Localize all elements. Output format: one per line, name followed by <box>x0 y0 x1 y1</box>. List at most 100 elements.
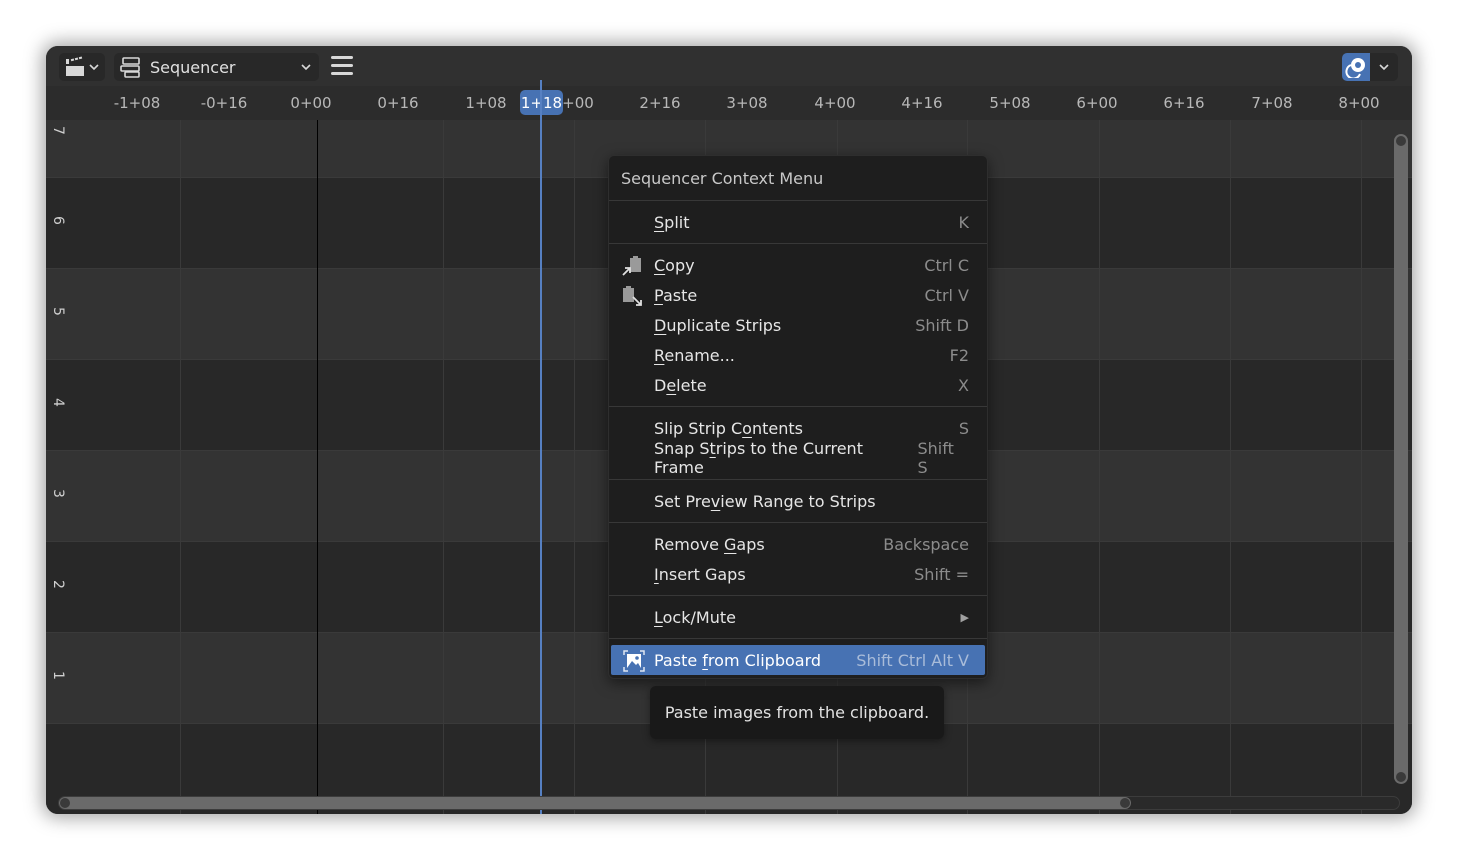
channel-number: 1 <box>50 671 66 680</box>
menu-group: Copy Ctrl C Paste Ctrl V Duplicate Strip… <box>609 244 987 406</box>
ruler-tick: -0+16 <box>200 94 248 112</box>
menu-item-shortcut: Ctrl V <box>924 285 970 305</box>
menu-group: Lock/Mute ▶ <box>609 596 987 638</box>
chevron-down-icon <box>301 64 311 71</box>
channel-number: 2 <box>50 580 66 589</box>
grid-line <box>1230 120 1231 814</box>
copy-icon <box>622 256 641 276</box>
menu-item-split[interactable]: Split K <box>609 207 987 237</box>
horizontal-scrollbar[interactable] <box>58 796 1400 810</box>
ruler-tick: 7+08 <box>1251 94 1293 112</box>
channel-number: 4 <box>50 398 66 407</box>
ruler-tick: -1+08 <box>113 94 161 112</box>
menu-item-copy[interactable]: Copy Ctrl C <box>609 250 987 280</box>
menu-item-paste[interactable]: Paste Ctrl V <box>609 280 987 310</box>
grid-line <box>180 120 181 814</box>
menu-item-shortcut: Shift S <box>917 439 954 477</box>
scene-start-line <box>317 120 318 814</box>
sequencer-context-menu: Sequencer Context Menu Split K Copy Ctrl… <box>608 155 988 679</box>
menu-item-shortcut: K <box>958 212 970 232</box>
ruler-tick: 8+00 <box>1338 94 1380 112</box>
menu-item-label: Lock/Mute <box>654 607 736 627</box>
time-ruler[interactable]: -1+08 -0+16 0+00 0+16 1+08 +00 2+16 3+08… <box>46 86 1412 120</box>
ruler-tick: 2+16 <box>639 94 681 112</box>
grid-line <box>574 120 575 814</box>
menu-item-label: Snap Strips to the Current Frame <box>654 439 863 477</box>
menu-item-shortcut: Ctrl C <box>924 255 969 275</box>
menu-item-label: Copy <box>654 255 695 275</box>
menu-item-delete[interactable]: Delete X <box>609 370 987 400</box>
menu-item-remove-gaps[interactable]: Remove Gaps Backspace <box>609 529 987 559</box>
channel-number: 3 <box>50 489 66 498</box>
menu-item-insert-gaps[interactable]: Insert Gaps Shift = <box>609 559 987 589</box>
menu-title: Sequencer Context Menu <box>621 168 824 188</box>
menu-group: Slip Strip Contents S Snap Strips to the… <box>609 407 987 479</box>
mode-select[interactable]: Sequencer <box>114 53 319 81</box>
sequencer-strips-icon <box>120 57 140 78</box>
ruler-tick: 4+00 <box>814 94 856 112</box>
ruler-tick: +00 <box>562 94 594 112</box>
grid-line <box>1099 120 1100 814</box>
menu-group: Remove Gaps Backspace Insert Gaps Shift … <box>609 523 987 595</box>
menu-group: Set Preview Range to Strips <box>609 480 987 522</box>
image-paste-icon <box>623 650 645 672</box>
scrollbar-handle-right[interactable] <box>1120 798 1130 808</box>
ruler-tick: 5+08 <box>989 94 1031 112</box>
paste-icon <box>623 286 642 306</box>
ruler-tick: 0+16 <box>377 94 419 112</box>
overlay-toggle[interactable] <box>1342 53 1398 81</box>
menu-item-paste-from-clipboard[interactable]: Paste from Clipboard Shift Ctrl Alt V <box>611 645 985 675</box>
menu-item-label: Paste from Clipboard <box>654 650 822 670</box>
menu-item-label: Duplicate Strips <box>654 315 782 335</box>
menu-item-lock-mute[interactable]: Lock/Mute ▶ <box>609 602 987 632</box>
overlay-dropdown-button[interactable] <box>1370 53 1398 81</box>
menu-item-label: Remove Gaps <box>654 534 765 554</box>
menu-item-rename[interactable]: Rename... F2 <box>609 340 987 370</box>
menu-item-label: Delete <box>654 375 707 395</box>
menu-item-duplicate-strips[interactable]: Duplicate Strips Shift D <box>609 310 987 340</box>
editor-type-button[interactable] <box>59 53 105 81</box>
grid-line <box>443 120 444 814</box>
channel-number: 7 <box>50 126 66 135</box>
header-bar: Sequencer <box>46 46 1412 86</box>
playhead-line[interactable] <box>540 80 542 814</box>
menu-item-shortcut: Backspace <box>883 534 969 554</box>
menu-item-shortcut: Shift Ctrl Alt V <box>856 650 969 670</box>
sequencer-window: Sequencer -1+08 -0+16 0+00 0+16 1+08 +00… <box>46 46 1412 814</box>
overlay-toggle-button[interactable] <box>1342 53 1370 81</box>
chevron-down-icon <box>89 64 99 71</box>
ruler-tick: 6+16 <box>1163 94 1205 112</box>
tooltip: Paste images from the clipboard. <box>650 686 944 739</box>
ruler-tick: 3+08 <box>726 94 768 112</box>
channel-number: 6 <box>50 216 66 225</box>
overlay-toggle-icon <box>1345 58 1365 78</box>
menu-item-shortcut: X <box>958 375 969 395</box>
menu-item-label: Set Preview Range to Strips <box>654 491 876 511</box>
menu-group: Split K <box>609 201 987 243</box>
scrollbar-handle-top[interactable] <box>1396 136 1406 146</box>
ruler-tick: 4+16 <box>901 94 943 112</box>
menu-item-label: Insert Gaps <box>654 564 746 584</box>
chevron-down-icon <box>1379 64 1389 71</box>
hamburger-menu-icon[interactable] <box>331 56 353 78</box>
menu-item-shortcut: Shift = <box>914 564 969 584</box>
clapperboard-icon <box>66 56 84 76</box>
grid-line <box>1361 120 1362 814</box>
scrollbar-handle-left[interactable] <box>60 798 70 808</box>
horizontal-scrollbar-thumb[interactable] <box>59 797 1131 809</box>
menu-item-shortcut: F2 <box>949 345 969 365</box>
mode-label: Sequencer <box>150 57 236 77</box>
menu-item-label: Slip Strip Contents <box>654 418 803 438</box>
channel-number: 5 <box>50 307 66 316</box>
ruler-tick: 1+08 <box>465 94 507 112</box>
submenu-arrow-icon: ▶ <box>960 610 969 624</box>
menu-item-set-preview-range[interactable]: Set Preview Range to Strips <box>609 486 987 516</box>
vertical-scrollbar[interactable] <box>1394 134 1408 784</box>
menu-item-snap-strips[interactable]: Snap Strips to the Current Frame Shift S <box>609 439 987 477</box>
ruler-tick: 6+00 <box>1076 94 1118 112</box>
menu-group: Paste from Clipboard Shift Ctrl Alt V <box>609 639 987 681</box>
menu-item-shortcut: Shift D <box>915 315 969 335</box>
menu-item-shortcut: S <box>958 418 969 438</box>
scrollbar-handle-bottom[interactable] <box>1396 772 1406 782</box>
ruler-tick: 0+00 <box>290 94 332 112</box>
